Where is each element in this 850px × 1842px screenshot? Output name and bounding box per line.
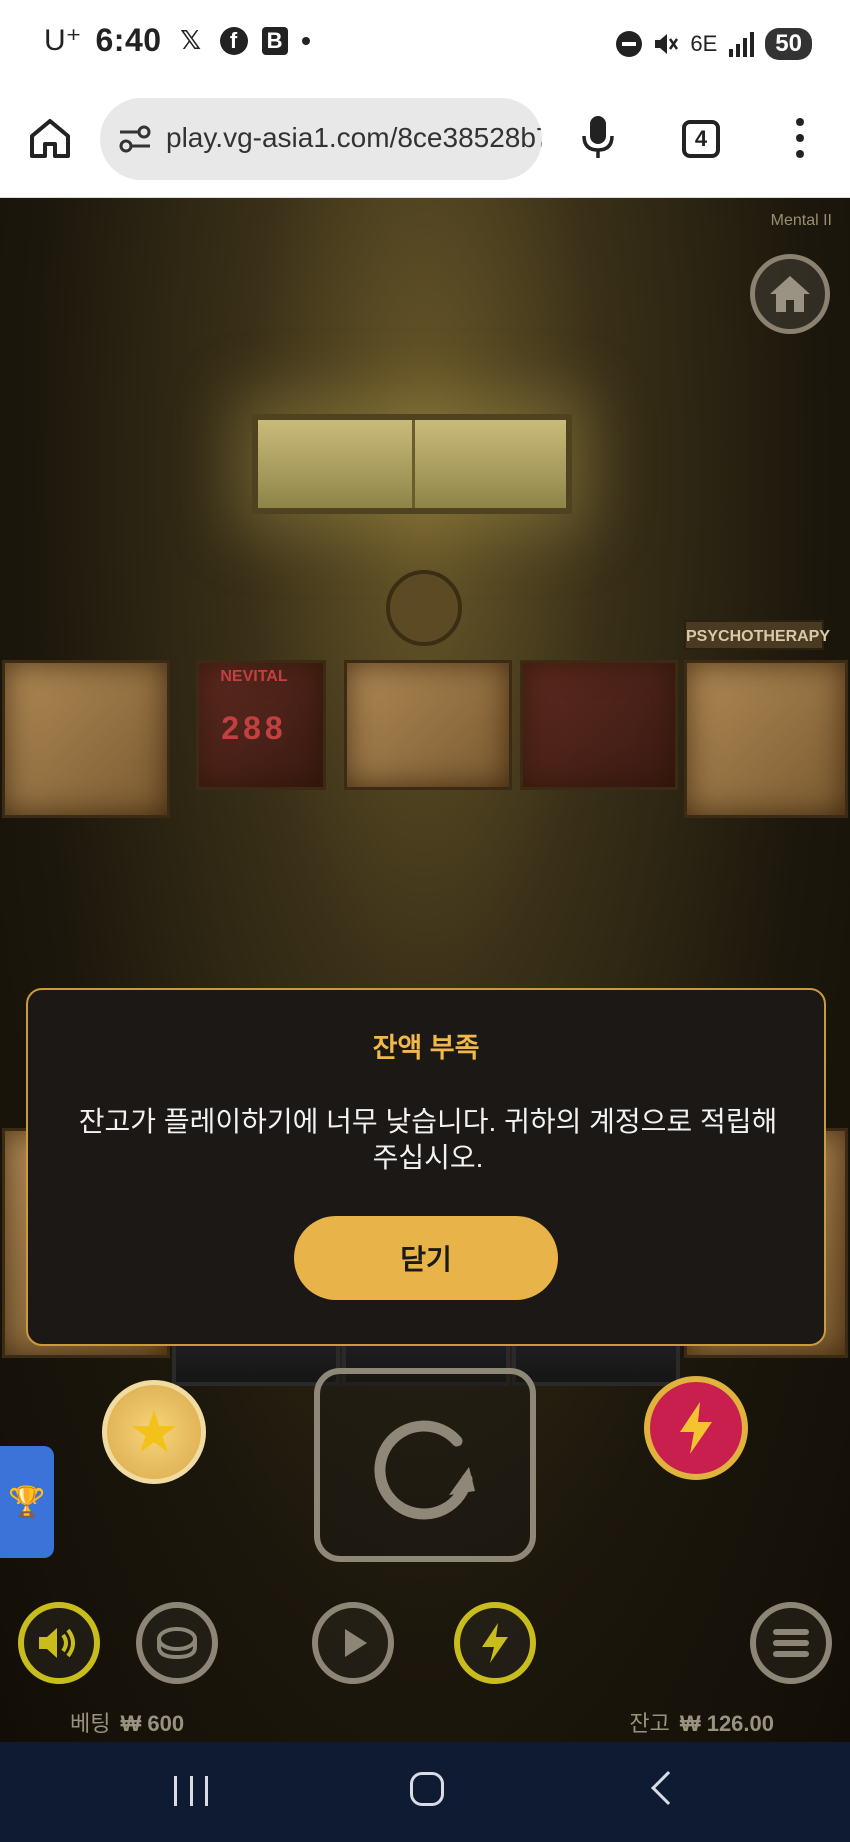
psychotherapy-sign: PSYCHOTHERAPY: [684, 620, 830, 650]
home-icon[interactable]: [28, 116, 72, 160]
url-text: play.vg-asia1.com/8ce38528b7: [166, 122, 542, 153]
tab-switcher-button[interactable]: 4: [682, 120, 720, 158]
game-title-label: Mental II: [770, 212, 832, 229]
notification-dot-icon: [301, 36, 310, 45]
game-home-button[interactable]: [750, 254, 830, 334]
reel-symbol-tile: [520, 660, 678, 790]
do-not-disturb-icon: [616, 31, 643, 57]
lightning-icon: [482, 1623, 508, 1663]
b-app-icon: B: [261, 26, 288, 55]
more-menu-icon[interactable]: [796, 118, 806, 158]
balance-display: 잔고 ₩ 126.00: [629, 1706, 774, 1738]
battery-indicator: 50: [765, 28, 812, 60]
autoplay-button[interactable]: [312, 1602, 394, 1684]
system-navigation-bar: [0, 1742, 850, 1842]
x-app-icon: 𝕏: [180, 25, 202, 55]
turbo-boost-button[interactable]: [644, 1376, 748, 1480]
game-menu-button[interactable]: [750, 1602, 832, 1684]
signal-icon: [729, 32, 755, 57]
home-icon: [770, 276, 810, 312]
hamburger-menu-icon: [773, 1629, 809, 1657]
browser-toolbar: play.vg-asia1.com/8ce38528b7 4: [0, 88, 850, 198]
bet-display: 베팅 ₩ 600: [70, 1706, 184, 1738]
vital-sign-label: NEVITAL: [220, 668, 288, 685]
star-icon: ★: [128, 1400, 180, 1465]
recent-apps-icon[interactable]: [174, 1776, 208, 1806]
lightning-icon: [680, 1402, 712, 1454]
quick-spin-button[interactable]: [454, 1602, 536, 1684]
bet-coin-button[interactable]: [136, 1602, 218, 1684]
spin-button[interactable]: [314, 1368, 536, 1562]
mute-icon: [655, 34, 679, 54]
spin-arrow-icon: [374, 1420, 475, 1520]
wifi-6e-icon: 6E: [690, 31, 718, 56]
dialog-title: 잔액 부족: [372, 1033, 480, 1063]
bet-value: ₩ 600: [120, 1711, 185, 1736]
play-icon: [345, 1629, 367, 1657]
reel-symbol-tile: [2, 660, 170, 818]
trophy-icon: 🏆: [8, 1485, 46, 1519]
reel-symbol-tile: [684, 660, 848, 818]
sound-button[interactable]: [18, 1602, 100, 1684]
tournament-trophy-tab[interactable]: 🏆: [0, 1446, 54, 1558]
microphone-icon[interactable]: [580, 114, 616, 160]
vital-sign-number: 288: [221, 710, 287, 746]
balance-value: ₩ 126.00: [679, 1711, 774, 1736]
wall-clock-art: [386, 570, 462, 646]
speaker-icon: [39, 1628, 75, 1658]
dialog-message: 잔고가 플레이하기에 너무 낮습니다. 귀하의 계정으로 적립해 주십시오.: [78, 1106, 778, 1173]
home-nav-icon[interactable]: [410, 1772, 444, 1806]
insufficient-balance-dialog: 잔액 부족 잔고가 플레이하기에 너무 낮습니다. 귀하의 계정으로 적립해 주…: [26, 988, 826, 1346]
back-icon[interactable]: [651, 1771, 685, 1805]
game-canvas[interactable]: Mental II PSYCHOTHERAPY NEVITAL 288 ★ 베팅…: [0, 198, 850, 1742]
clock-time: 6:40: [95, 22, 162, 58]
balance-label: 잔고: [629, 1711, 670, 1736]
coin-icon: [157, 1627, 197, 1660]
facebook-icon: f: [219, 26, 248, 55]
reel-symbol-tile: [344, 660, 512, 790]
bet-label: 베팅: [70, 1711, 111, 1736]
address-bar[interactable]: play.vg-asia1.com/8ce38528b7: [100, 98, 542, 180]
carrier-label: U⁺: [44, 24, 82, 57]
ceiling-light-art: [252, 414, 572, 514]
favorite-star-button[interactable]: ★: [102, 1380, 206, 1484]
close-button[interactable]: 닫기: [294, 1216, 558, 1300]
status-bar: U⁺ 6:40 𝕏 f B 6E 50: [0, 0, 850, 88]
site-settings-icon[interactable]: [118, 124, 152, 154]
